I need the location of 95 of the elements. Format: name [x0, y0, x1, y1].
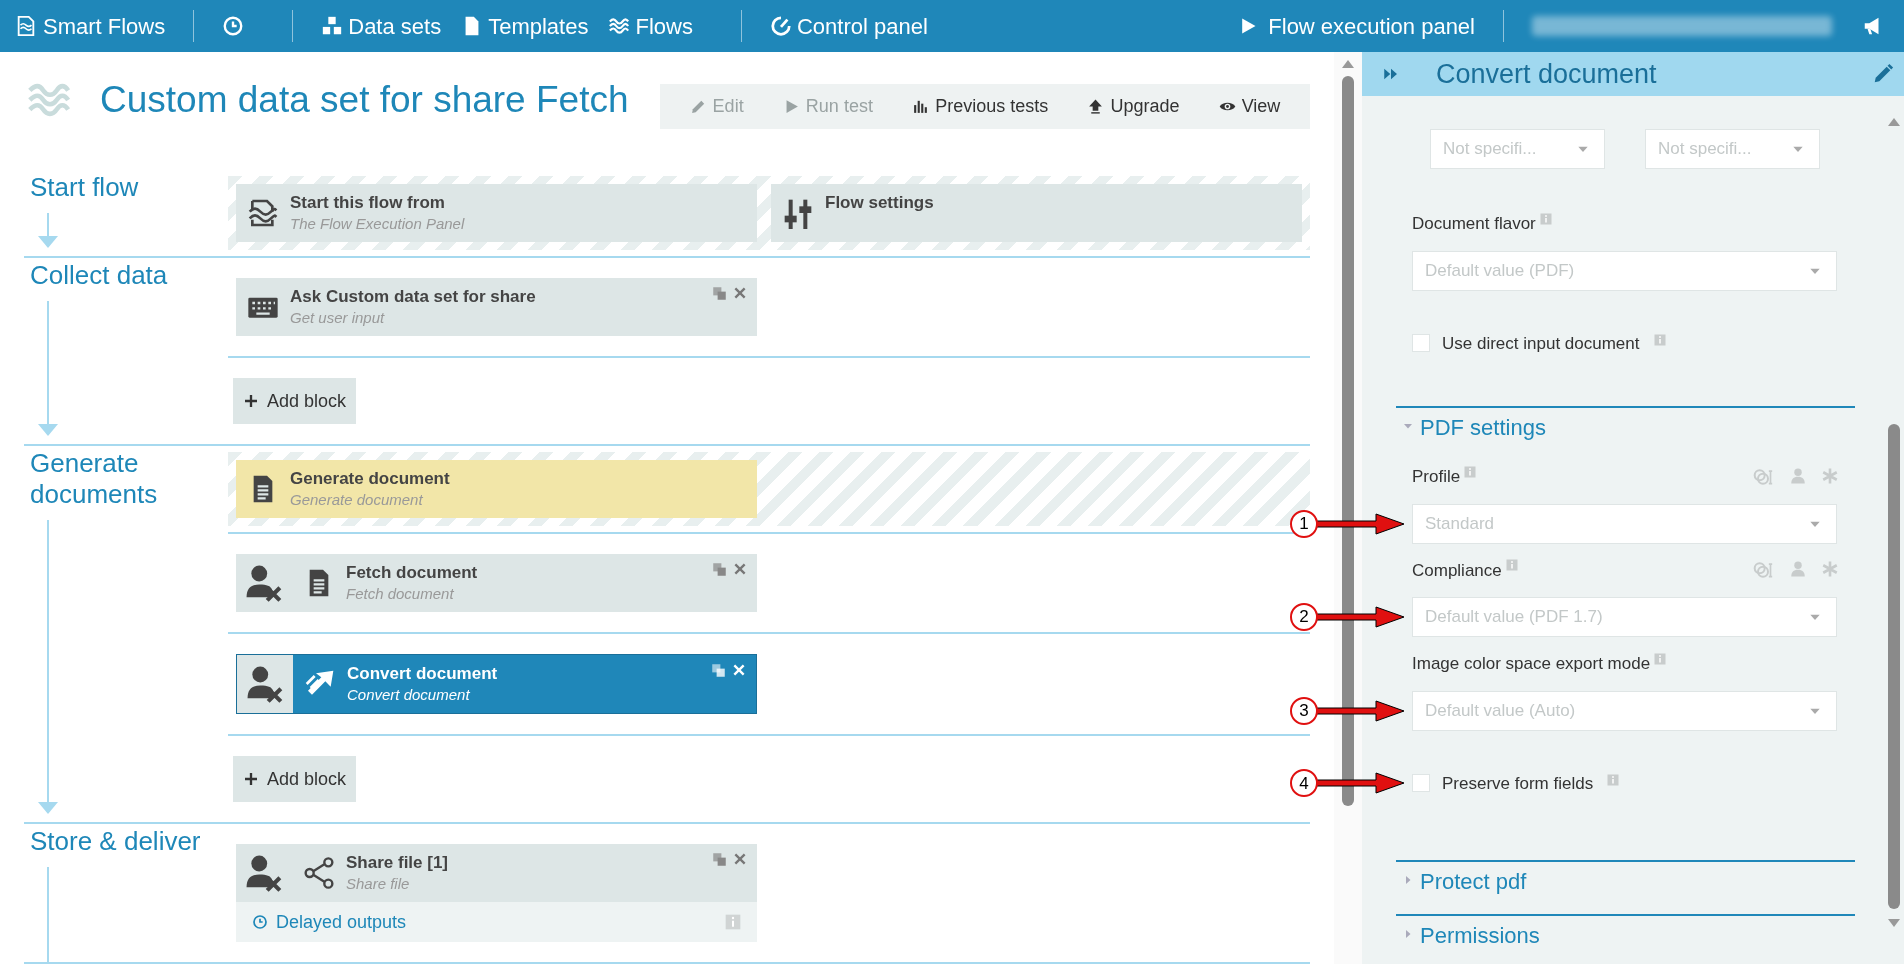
toolbar-button[interactable]: View — [1218, 92, 1281, 120]
info-icon[interactable] — [1607, 774, 1620, 787]
document-waves-icon — [247, 197, 279, 229]
callout-number: 4 — [1290, 769, 1318, 798]
section-title: Start flow — [30, 172, 140, 203]
copy-icon[interactable] — [712, 286, 727, 301]
section-title: Generate documents — [30, 448, 159, 510]
flow-block[interactable]: Convert document Convert document — [236, 654, 757, 714]
field-label: Compliance — [1412, 559, 1502, 582]
person-icon[interactable] — [1789, 466, 1807, 485]
toolbar-button[interactable]: Upgrade — [1087, 92, 1180, 120]
block-title: Ask Custom data set for share — [290, 286, 537, 308]
close-icon[interactable] — [733, 852, 747, 866]
checkbox-label: Preserve form fields — [1442, 772, 1594, 795]
close-icon[interactable] — [733, 286, 747, 300]
clock-icon — [252, 914, 268, 930]
link-text-icon[interactable] — [1751, 466, 1775, 487]
info-icon — [725, 914, 741, 930]
block-title: Convert document — [347, 663, 499, 685]
block-subtitle: The Flow Execution Panel — [290, 214, 466, 234]
plus-icon — [243, 771, 259, 787]
asterisk-icon[interactable] — [1821, 466, 1839, 485]
info-icon[interactable] — [1539, 212, 1552, 225]
scroll-down-icon[interactable] — [1888, 919, 1900, 927]
section-title: Collect data — [30, 260, 169, 291]
link-text-icon[interactable] — [1751, 560, 1775, 581]
add-block-button[interactable]: Add block — [233, 756, 357, 802]
sliders-icon — [782, 197, 814, 229]
person-x-icon — [245, 854, 283, 892]
flow-block[interactable]: Ask Custom data set for share Get user input — [236, 278, 757, 336]
block-subtitle: Fetch document — [346, 584, 455, 604]
section-header[interactable]: Permissions — [1396, 914, 1855, 964]
gauge-icon — [769, 15, 792, 37]
block-subtitle: Get user input — [290, 308, 386, 328]
info-icon[interactable] — [1653, 334, 1666, 347]
clock-icon — [222, 15, 245, 37]
block-subtitle: Convert document — [347, 685, 471, 705]
block-title: Share file [1] — [346, 852, 450, 874]
flow-block[interactable]: Fetch document Fetch document — [236, 554, 757, 612]
info-icon[interactable] — [1464, 465, 1477, 478]
section-header[interactable]: PDF settings — [1396, 406, 1855, 456]
blurred-user-name[interactable] — [1532, 16, 1832, 36]
asterisk-icon[interactable] — [1821, 560, 1839, 579]
person-x-icon — [246, 665, 284, 703]
scrollbar-thumb[interactable] — [1342, 76, 1354, 806]
panel-title: Convert document — [1436, 57, 1658, 91]
toolbar-button[interactable]: Previous tests — [912, 92, 1049, 120]
block-title: Flow settings — [825, 192, 935, 214]
callout-number: 1 — [1290, 509, 1318, 538]
field-label: Profile — [1412, 466, 1461, 488]
callout-number: 2 — [1290, 603, 1318, 631]
scroll-up-icon[interactable] — [1342, 60, 1354, 68]
nav-link[interactable]: Flow execution panel — [1238, 9, 1475, 43]
scrollbar-thumb[interactable] — [1888, 424, 1900, 909]
copy-icon[interactable] — [712, 562, 727, 577]
info-icon[interactable] — [1505, 559, 1518, 572]
info-icon[interactable] — [1654, 652, 1667, 665]
plus-icon — [243, 393, 259, 409]
page-title: Custom data set for share Fetch — [100, 78, 629, 123]
field-label: Image color space export mode — [1412, 653, 1651, 675]
nav-link[interactable]: Control panel — [769, 9, 928, 43]
copy-icon[interactable] — [711, 663, 726, 678]
flow-block[interactable]: Flow settings — [771, 184, 1302, 242]
checkbox-label: Use direct input document — [1442, 332, 1640, 355]
block-subtitle: Generate document — [290, 490, 424, 510]
brand-link[interactable]: Smart Flows — [15, 9, 166, 43]
flow-block[interactable]: Share file [1] Share file — [236, 844, 757, 902]
flow-block[interactable]: Generate document Generate document — [236, 460, 757, 518]
block-title: Fetch document — [346, 562, 479, 584]
block-title: Generate document — [290, 468, 451, 490]
section-title: Store & deliver — [30, 826, 202, 857]
waves-icon — [608, 15, 631, 37]
field-label: Document flavor — [1412, 213, 1536, 235]
flow-block[interactable]: Start this flow from The Flow Execution Panel — [236, 184, 757, 242]
copy-icon[interactable] — [712, 852, 727, 867]
callout-number: 3 — [1290, 696, 1318, 725]
nav-link[interactable]: Templates — [461, 9, 589, 43]
share-icon — [303, 857, 335, 889]
person-x-icon — [245, 564, 283, 602]
checkbox[interactable] — [1412, 774, 1430, 793]
upload-icon — [1087, 97, 1105, 115]
close-icon[interactable] — [733, 562, 747, 576]
scroll-up-icon[interactable] — [1888, 118, 1900, 126]
person-icon[interactable] — [1789, 560, 1807, 579]
section-header[interactable]: Protect pdf — [1396, 860, 1855, 910]
nav-link[interactable]: Flows — [608, 9, 693, 43]
block-title: Start this flow from — [290, 192, 446, 214]
block-subtitle: Share file — [346, 874, 411, 894]
history-button[interactable] — [222, 15, 245, 37]
add-block-button[interactable]: Add block — [233, 378, 357, 424]
pencil-icon[interactable] — [1872, 63, 1894, 85]
checkbox[interactable] — [1412, 334, 1430, 353]
nav-link[interactable]: Data sets — [321, 9, 442, 43]
blocks-icon — [321, 15, 344, 37]
document-waves-icon — [15, 15, 37, 37]
